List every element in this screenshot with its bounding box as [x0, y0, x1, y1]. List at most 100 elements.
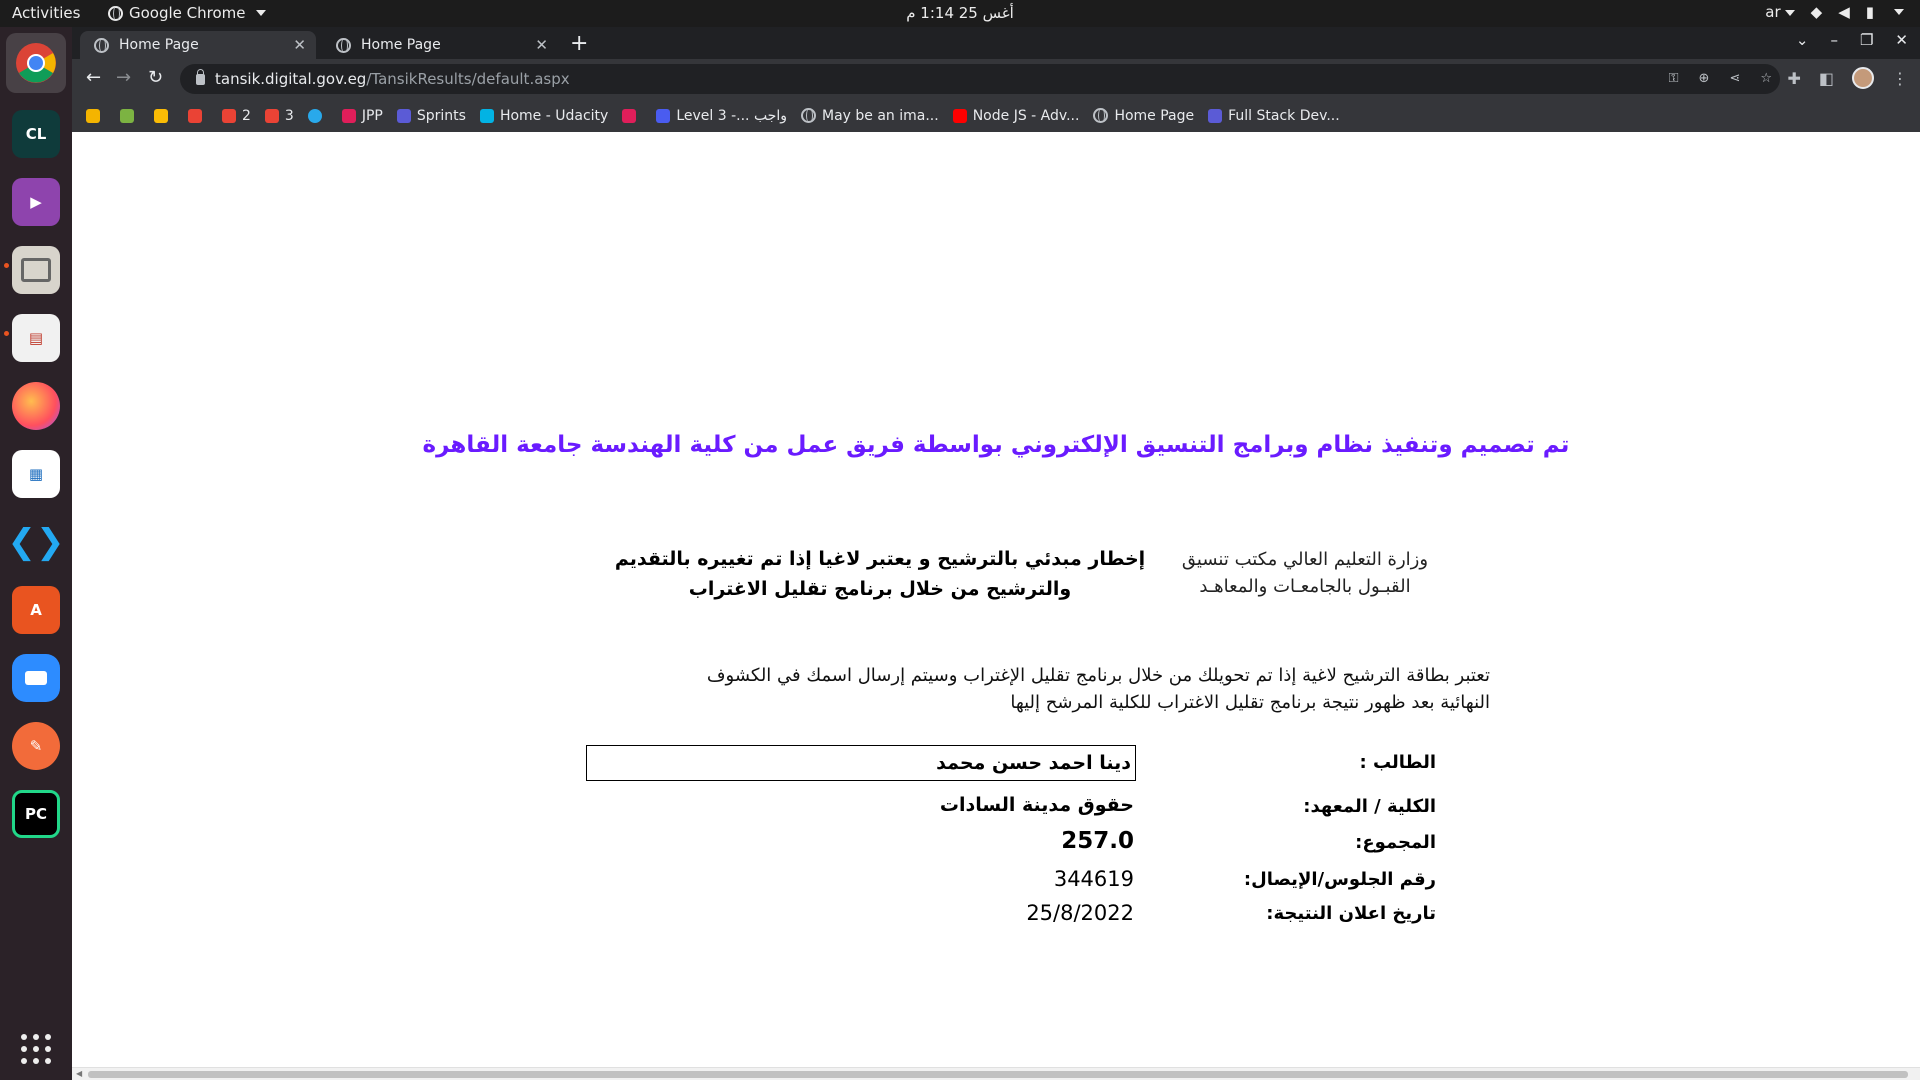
back-arrow-icon[interactable]: ←: [86, 67, 101, 88]
dock-item-clion[interactable]: CL: [12, 110, 60, 158]
total-value: 257.0: [1061, 828, 1134, 854]
wifi-icon: ◆: [1810, 3, 1823, 21]
dock-item-color-picker[interactable]: ✎: [12, 722, 60, 770]
classroom-icon: [656, 108, 671, 123]
close-icon[interactable]: ✕: [535, 36, 548, 54]
bookmark-favicon-icon: [86, 108, 100, 123]
dock-item-software-center[interactable]: A: [12, 586, 60, 634]
system-tray[interactable]: ar ◆ ◀ ▮: [1765, 3, 1904, 21]
telegram-icon: [307, 108, 322, 123]
dock-item-writer[interactable]: ▦: [12, 450, 60, 498]
clock[interactable]: أغس 25 1:14 م: [906, 4, 1014, 22]
gmail-icon: [222, 108, 236, 123]
bookmark-item[interactable]: Node JS - Adv...: [952, 108, 1079, 124]
tab-home-page-1[interactable]: Home Page ✕: [80, 31, 316, 59]
udacity-icon: [479, 108, 494, 123]
share-icon[interactable]: ⋖: [1729, 71, 1740, 86]
dock-item-files[interactable]: [12, 246, 60, 294]
scrollbar-thumb[interactable]: [88, 1071, 1908, 1078]
bookmark-item[interactable]: [307, 108, 328, 123]
horizontal-scrollbar[interactable]: ◀: [72, 1067, 1920, 1080]
tab-search-icon[interactable]: ⌄: [1796, 31, 1809, 49]
dock-item-document-viewer[interactable]: ▤: [12, 314, 60, 362]
ministry-line: القبـول بالجامعـات والمعاهـد: [1199, 576, 1411, 597]
bookmark-item[interactable]: Home - Udacity: [479, 108, 608, 124]
minimize-icon[interactable]: –: [1830, 31, 1838, 49]
close-window-icon[interactable]: ✕: [1895, 31, 1908, 49]
chevron-down-icon: [255, 10, 266, 16]
running-indicator: [4, 263, 9, 268]
activities-button[interactable]: Activities: [12, 4, 80, 22]
key-icon[interactable]: ⚿: [1669, 71, 1679, 86]
bookmark-item[interactable]: Full Stack Dev...: [1208, 108, 1340, 124]
dock-item-pycharm[interactable]: PC: [12, 790, 60, 838]
dock-item-chrome[interactable]: [6, 33, 66, 93]
student-name-value: دينا احمد حسن محمد: [936, 752, 1131, 774]
ministry-header: وزارة التعليم العالي مكتب تنسيق القبـول …: [1170, 546, 1440, 600]
maximize-icon[interactable]: ❐: [1860, 31, 1873, 49]
browser-toolbar: ← → ↻ tansik.digital.gov.eg/TansikResult…: [72, 59, 1920, 99]
globe-icon: [801, 108, 816, 123]
bookmark-item[interactable]: Sprints: [396, 108, 466, 124]
toolbar-actions: ✚ ◧ ⋮: [1787, 67, 1908, 89]
bookmark-item[interactable]: 2: [222, 108, 251, 124]
bookmark-item[interactable]: Home Page: [1093, 108, 1194, 124]
close-icon[interactable]: ✕: [293, 36, 306, 54]
bookmark-item[interactable]: [120, 108, 140, 123]
url-host: tansik.digital.gov.eg: [215, 70, 367, 88]
running-indicator: [4, 331, 9, 336]
address-bar[interactable]: tansik.digital.gov.eg/TansikResults/defa…: [180, 64, 1780, 94]
bookmark-item[interactable]: Level 3 -... واجب: [656, 108, 787, 124]
forward-arrow-icon[interactable]: →: [116, 67, 131, 88]
chevron-down-icon: [1894, 9, 1904, 15]
tab-home-page-2[interactable]: Home Page ✕: [322, 31, 558, 59]
zoom-icon[interactable]: ⊕: [1699, 71, 1710, 86]
dock-item-firefox[interactable]: [12, 382, 60, 430]
bookmark-item[interactable]: JPP: [341, 108, 383, 124]
bookmark-item[interactable]: [154, 108, 174, 123]
new-tab-button[interactable]: +: [570, 31, 588, 56]
reload-icon[interactable]: ↻: [148, 67, 163, 88]
bookmark-item[interactable]: [188, 108, 208, 123]
video-player-icon: ▶: [30, 193, 42, 211]
bookmark-item[interactable]: May be an ima...: [801, 108, 939, 124]
star-icon[interactable]: ☆: [1760, 71, 1772, 86]
app-menu-label: Google Chrome: [129, 4, 246, 22]
software-center-icon: A: [30, 601, 42, 619]
tab-label: Home Page: [361, 37, 441, 53]
globe-icon: [336, 37, 351, 53]
files-icon: [21, 258, 51, 282]
globe-icon: [94, 37, 109, 53]
dock-item-zoom[interactable]: [12, 654, 60, 702]
menu-kebab-icon[interactable]: ⋮: [1892, 69, 1908, 88]
page-headline: تم تصميم وتنفيذ نظام وبرامج التنسيق الإل…: [422, 432, 1570, 458]
bookmark-favicon-icon: [154, 108, 168, 123]
gmail-icon: [188, 108, 202, 123]
warning-line: تعتبر بطاقة الترشيح لاغية إذا تم تحويلك …: [706, 665, 1490, 686]
slack-icon: [341, 108, 356, 123]
tab-strip: Home Page ✕ Home Page ✕ + ⌄ – ❐ ✕: [72, 27, 1920, 59]
dock-item-vscode[interactable]: ❮❯: [8, 518, 65, 566]
notice-line: إخطار مبدئي بالترشيح و يعتبر لاغيا إذا ت…: [614, 548, 1146, 570]
clion-icon: CL: [25, 125, 47, 143]
bookmark-item[interactable]: [86, 108, 106, 123]
system-top-bar: Activities Google Chrome أغس 25 1:14 م a…: [0, 0, 1920, 27]
nomination-notice: إخطار مبدئي بالترشيح و يعتبر لاغيا إذا ت…: [610, 544, 1150, 604]
profile-avatar[interactable]: [1852, 67, 1874, 89]
bookmarks-bar: 2 3 JPP Sprints Home - Udacity Level 3 -…: [72, 99, 1920, 132]
volume-icon: ◀: [1838, 3, 1850, 21]
writer-icon: ▦: [28, 465, 44, 483]
input-language[interactable]: ar: [1765, 3, 1795, 21]
lock-icon[interactable]: [196, 68, 205, 85]
app-menu[interactable]: Google Chrome: [108, 4, 266, 22]
side-panel-icon[interactable]: ◧: [1819, 69, 1834, 88]
scroll-left-icon[interactable]: ◀: [76, 1069, 82, 1078]
url-path: /TansikResults/default.aspx: [366, 70, 570, 88]
extensions-icon[interactable]: ✚: [1787, 69, 1800, 88]
bookmark-item[interactable]: [622, 108, 642, 123]
zoom-icon: [25, 671, 47, 685]
show-applications-icon[interactable]: [21, 1034, 51, 1064]
total-label: المجموع:: [1355, 832, 1436, 853]
bookmark-item[interactable]: 3: [264, 108, 294, 124]
dock-item-video-player[interactable]: ▶: [12, 178, 60, 226]
